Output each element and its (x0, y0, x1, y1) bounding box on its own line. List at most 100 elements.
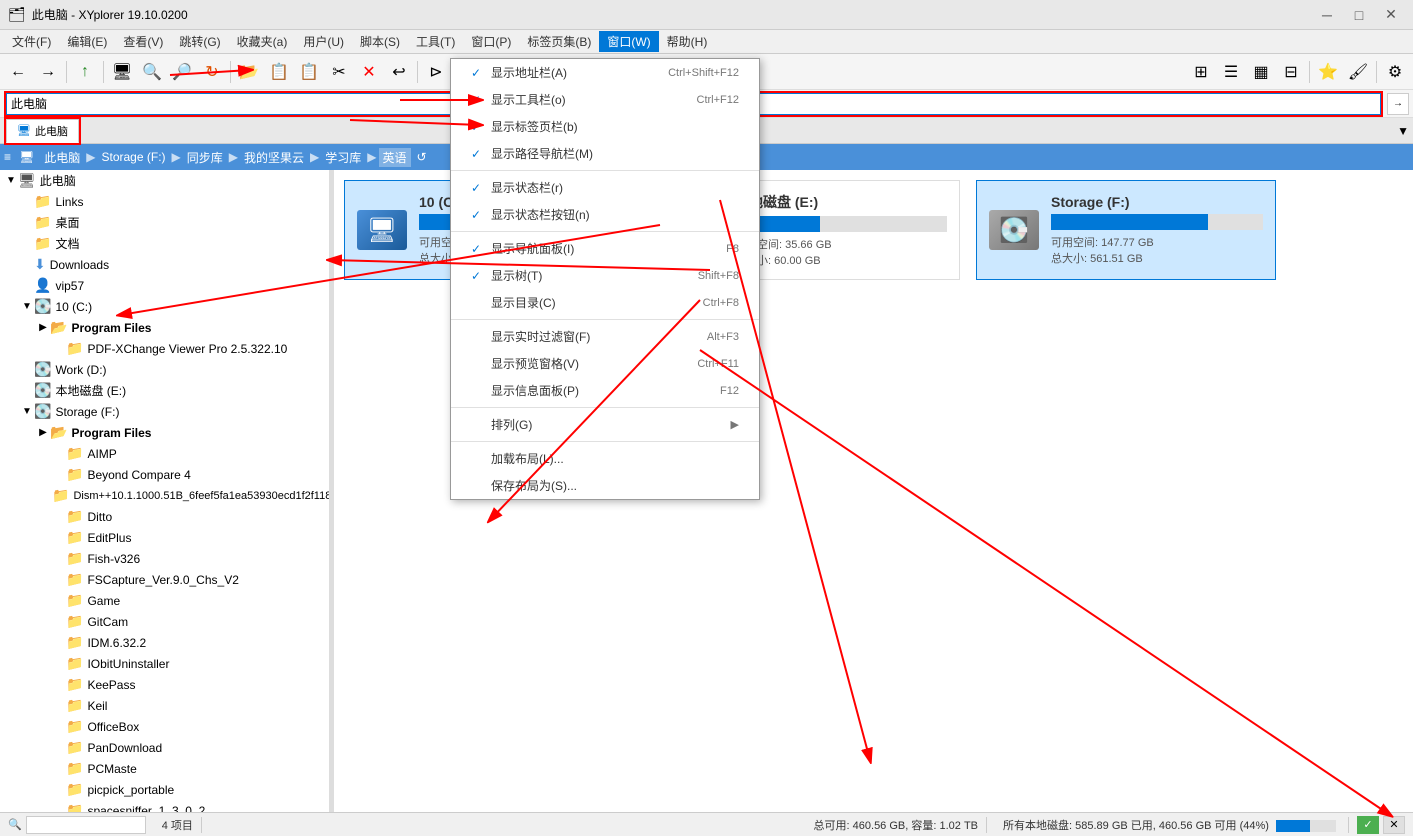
ctx-show-toolbar[interactable]: ✓ 显示工具栏(o) Ctrl+F12 (451, 86, 759, 113)
ctx-show-statusbtn[interactable]: ✓ 显示状态栏按钮(n) (451, 201, 759, 228)
view3-button[interactable]: ▦ (1247, 58, 1275, 86)
undo-button[interactable]: ↩ (385, 58, 413, 86)
ctx-show-infopanel[interactable]: ✓ 显示信息面板(P) F12 (451, 377, 759, 404)
find-button[interactable]: 🔍 (138, 58, 166, 86)
ctx-load-layout[interactable]: ✓ 加载布局(L)... (451, 445, 759, 472)
tree-item-pcmaster[interactable]: 📁 PCMaste (0, 758, 329, 779)
close-button[interactable]: ✕ (1377, 5, 1405, 25)
cancel-status-button[interactable]: ✕ (1383, 816, 1405, 834)
path-part-2[interactable]: 同步库 (183, 147, 227, 168)
copy-button[interactable]: 📋 (265, 58, 293, 86)
tree-item-gitcam[interactable]: 📁 GitCam (0, 611, 329, 632)
ctx-show-tabbar[interactable]: ✓ 显示标签页栏(b) (451, 113, 759, 140)
tab-dropdown-button[interactable]: ▼ (1397, 124, 1409, 138)
tree-label: Work (D:) (55, 363, 106, 377)
path-part-3[interactable]: 我的坚果云 (240, 147, 308, 168)
path-part-4[interactable]: 学习库 (321, 147, 365, 168)
forward-button[interactable]: → (34, 58, 62, 86)
up-button[interactable]: ↑ (71, 58, 99, 86)
ctx-show-preview[interactable]: ✓ 显示预览窗格(V) Ctrl+F11 (451, 350, 759, 377)
menu-tabset[interactable]: 标签页集(B) (519, 31, 599, 52)
tree-item-docs[interactable]: 📁 文档 (0, 233, 329, 254)
menu-window-p[interactable]: 窗口(P) (463, 31, 519, 52)
menu-user[interactable]: 用户(U) (295, 31, 352, 52)
tree-item-beyondcompare[interactable]: 📁 Beyond Compare 4 (0, 464, 329, 485)
tree-item-dism[interactable]: 📁 Dism++10.1.1000.51B_6feef5fa1ea53930ec… (0, 485, 329, 506)
nav1-button[interactable]: ⊳ (422, 58, 450, 86)
tab-this-pc[interactable]: 🖥 此电脑 (6, 119, 79, 143)
star-button[interactable]: ⭐ (1314, 58, 1342, 86)
tree-item-ditto[interactable]: 📁 Ditto (0, 506, 329, 527)
search-input[interactable] (26, 816, 146, 834)
paste-button[interactable]: 📋 (295, 58, 323, 86)
tree-item-desktop[interactable]: 📁 桌面 (0, 212, 329, 233)
tree-item-fscapture[interactable]: 📁 FSCapture_Ver.9.0_Chs_V2 (0, 569, 329, 590)
back-button[interactable]: ← (4, 58, 32, 86)
tree-item-links[interactable]: 📁 Links (0, 191, 329, 212)
tree-item-storagef[interactable]: ▼ 💽 Storage (F:) (0, 401, 329, 422)
tree-item-officebox[interactable]: 📁 OfficeBox (0, 716, 329, 737)
path-part-0[interactable]: 此电脑 (40, 147, 84, 168)
menu-window-w[interactable]: 窗口(W) (599, 31, 658, 52)
maximize-button[interactable]: □ (1345, 5, 1373, 25)
cut-button[interactable]: ✂ (325, 58, 353, 86)
menu-file[interactable]: 文件(F) (4, 31, 59, 52)
menu-script[interactable]: 脚本(S) (352, 31, 408, 52)
tree-item-fish[interactable]: 📁 Fish-v326 (0, 548, 329, 569)
menu-favorites[interactable]: 收藏夹(a) (229, 31, 296, 52)
find2-button[interactable]: 🔎 (168, 58, 196, 86)
refresh-button[interactable]: ↻ (198, 58, 226, 86)
ok-button[interactable]: ✓ (1357, 816, 1379, 834)
ctx-show-livefilter[interactable]: ✓ 显示实时过滤窗(F) Alt+F3 (451, 323, 759, 350)
disk-info-section: 所有本地磁盘: 585.89 GB 已用, 460.56 GB 可用 (44%) (995, 817, 1349, 833)
tree-item-locale[interactable]: 💽 本地磁盘 (E:) (0, 380, 329, 401)
tree-item-pdfxchange[interactable]: 📁 PDF-XChange Viewer Pro 2.5.322.10 (0, 338, 329, 359)
ctx-show-statusbar[interactable]: ✓ 显示状态栏(r) (451, 174, 759, 201)
address-go-button[interactable]: → (1387, 93, 1409, 115)
tree-item-pandownload[interactable]: 📁 PanDownload (0, 737, 329, 758)
title-bar: 🗂 此电脑 - XYplorer 19.10.0200 ─ □ ✕ (0, 0, 1413, 30)
tree-item-downloads[interactable]: ⬇ Downloads (0, 254, 329, 275)
view2-button[interactable]: ☰ (1217, 58, 1245, 86)
tree-item-workd[interactable]: 💽 Work (D:) (0, 359, 329, 380)
drive-card-f[interactable]: 💽 Storage (F:) 可用空间: 147.77 GB 总大小: 561.… (976, 180, 1276, 280)
path-part-1[interactable]: Storage (F:) (98, 148, 170, 166)
paint-button[interactable]: 🖌 (1344, 58, 1372, 86)
tree-item-aimp[interactable]: 📁 AIMP (0, 443, 329, 464)
ctx-show-pathnav[interactable]: ✓ 显示路径导航栏(M) (451, 140, 759, 167)
ctx-show-tree[interactable]: ✓ 显示树(T) Shift+F8 (451, 262, 759, 289)
tree-item-spacesniffer[interactable]: 📁 spacesniffer_1_3_0_2 (0, 800, 329, 812)
menu-edit[interactable]: 编辑(E) (59, 31, 115, 52)
ctx-show-navpanel[interactable]: ✓ 显示导航面板(I) F8 (451, 235, 759, 262)
check-toolbar: ✓ (471, 93, 487, 107)
menu-help[interactable]: 帮助(H) (659, 31, 716, 52)
delete-button[interactable]: ✕ (355, 58, 383, 86)
view1-button[interactable]: ⊞ (1187, 58, 1215, 86)
tree-item-iobit[interactable]: 📁 IObitUninstaller (0, 653, 329, 674)
menu-tools[interactable]: 工具(T) (408, 31, 463, 52)
menu-jump[interactable]: 跳转(G) (171, 31, 228, 52)
ctx-save-layout[interactable]: ✓ 保存布局为(S)... (451, 472, 759, 499)
tree-item-picpick[interactable]: 📁 picpick_portable (0, 779, 329, 800)
check-address: ✓ (471, 66, 487, 80)
ctx-show-address[interactable]: ✓ 显示地址栏(A) Ctrl+Shift+F12 (451, 59, 759, 86)
tree-item-c[interactable]: ▼ 💽 10 (C:) (0, 296, 329, 317)
settings-button[interactable]: ⚙ (1381, 58, 1409, 86)
view4-button[interactable]: ⊟ (1277, 58, 1305, 86)
tree-item-thispc[interactable]: ▼ 🖥 此电脑 (0, 170, 329, 191)
tree-item-idm[interactable]: 📁 IDM.6.32.2 (0, 632, 329, 653)
tree-item-game[interactable]: 📁 Game (0, 590, 329, 611)
path-part-5[interactable]: 英语 (379, 148, 411, 167)
tree-item-vip57[interactable]: 👤 vip57 (0, 275, 329, 296)
open-button[interactable]: 📂 (235, 58, 263, 86)
home-button[interactable]: 🖥 (108, 58, 136, 86)
ctx-arrange[interactable]: ✓ 排列(G) ▶ (451, 411, 759, 438)
ctx-show-dir[interactable]: ✓ 显示目录(C) Ctrl+F8 (451, 289, 759, 316)
tree-item-keil[interactable]: 📁 Keil (0, 695, 329, 716)
tree-item-programfiles1[interactable]: ▶ 📂 Program Files (0, 317, 329, 338)
menu-view[interactable]: 查看(V) (115, 31, 171, 52)
tree-item-editplus[interactable]: 📁 EditPlus (0, 527, 329, 548)
tree-item-keepass[interactable]: 📁 KeePass (0, 674, 329, 695)
minimize-button[interactable]: ─ (1313, 5, 1341, 25)
tree-item-programfiles2[interactable]: ▶ 📂 Program Files (0, 422, 329, 443)
